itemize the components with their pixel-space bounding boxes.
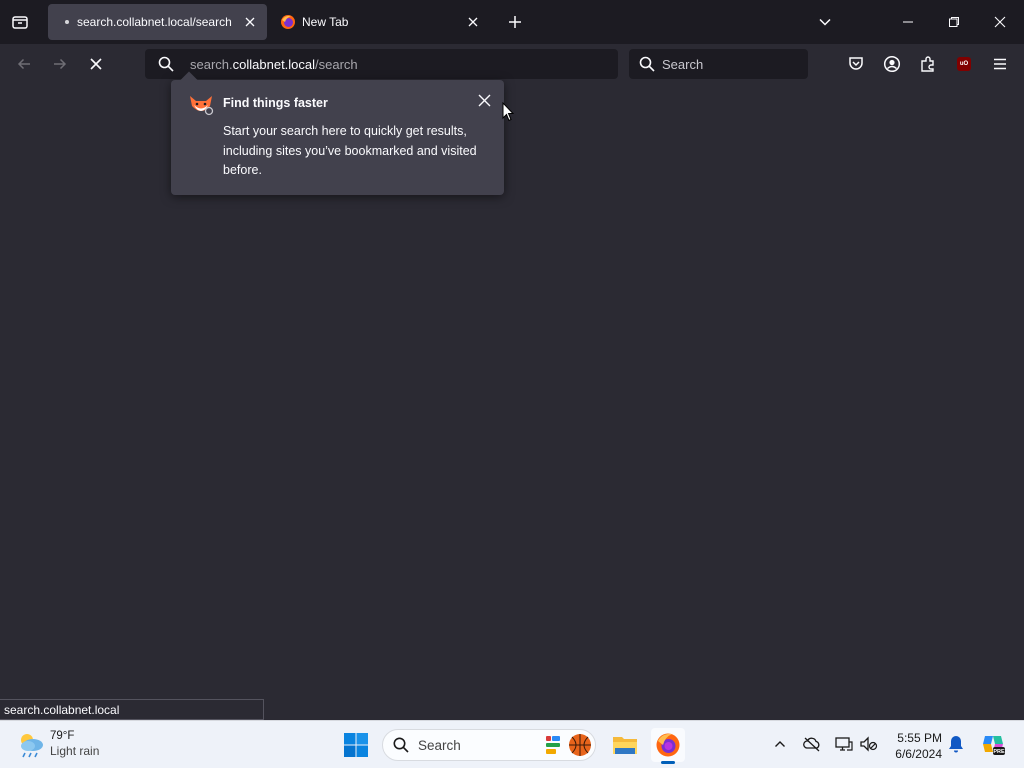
- url-host: collabnet.local: [232, 56, 316, 72]
- tab-strip: search.collabnet.local/search New Tab: [0, 0, 1024, 44]
- clock-date: 6/6/2024: [895, 747, 942, 761]
- file-explorer-taskbar-button[interactable]: [608, 728, 642, 762]
- ublock-icon: uO: [957, 57, 971, 71]
- taskbar-search-box[interactable]: Search: [382, 729, 596, 761]
- onedrive-tray-button[interactable]: [801, 733, 823, 755]
- new-tab-button[interactable]: [503, 10, 527, 34]
- stop-icon: [90, 58, 102, 70]
- restore-button[interactable]: [940, 8, 968, 36]
- speaker-muted-icon: [860, 736, 878, 752]
- stop-button[interactable]: [84, 52, 108, 76]
- fox-mascot-icon: [190, 96, 214, 116]
- url-text: search.collabnet.local/search: [190, 57, 358, 72]
- ublock-button[interactable]: uO: [952, 52, 976, 76]
- weather-temp: 79°F: [50, 730, 75, 742]
- close-icon: [994, 16, 1006, 28]
- list-all-tabs-button[interactable]: [8, 10, 32, 34]
- cloud-offline-icon: [803, 737, 820, 752]
- restore-icon: [949, 17, 959, 27]
- close-window-button[interactable]: [986, 8, 1014, 36]
- arrow-right-icon: [54, 58, 67, 70]
- weather-text: 79°F Light rain: [50, 729, 99, 759]
- search-icon: [393, 737, 409, 753]
- close-icon: [245, 17, 255, 27]
- search-icon: [158, 56, 174, 72]
- app-menu-button[interactable]: [988, 52, 1012, 76]
- search-icon: [639, 56, 655, 72]
- plus-icon: [509, 16, 521, 28]
- account-button[interactable]: [880, 52, 904, 76]
- svg-text:PRE: PRE: [993, 749, 1005, 755]
- pocket-icon: [849, 57, 863, 70]
- popup-body: Start your search here to quickly get re…: [223, 124, 477, 177]
- network-tray-button[interactable]: [833, 733, 855, 755]
- windows-taskbar: 79°F Light rain Search 5:55 PM 6/6/2024 …: [0, 720, 1024, 768]
- loading-dot-icon: [65, 20, 69, 24]
- tab-new-tab[interactable]: New Tab: [272, 4, 490, 40]
- account-icon: [883, 55, 901, 73]
- popup-close-button[interactable]: [474, 90, 494, 110]
- bell-icon: [949, 736, 963, 753]
- clock-time: 5:55 PM: [897, 731, 942, 745]
- search-bar[interactable]: Search: [629, 49, 808, 79]
- tab-close-button[interactable]: [239, 11, 261, 33]
- mouse-cursor-icon: [502, 102, 514, 122]
- active-app-indicator: [661, 761, 675, 764]
- copilot-button[interactable]: PRE: [980, 731, 1006, 757]
- page-content: [0, 84, 1024, 720]
- search-placeholder: Search: [662, 56, 704, 72]
- tab-title: search.collabnet.local/search: [77, 15, 232, 29]
- extensions-button[interactable]: [916, 52, 940, 76]
- firefox-icon: [281, 15, 295, 29]
- pocket-button[interactable]: [844, 52, 868, 76]
- weather-condition: Light rain: [50, 744, 100, 758]
- taskbar-search-label: Search: [418, 737, 461, 753]
- show-hidden-icons-button[interactable]: [769, 733, 791, 755]
- notifications-button[interactable]: [945, 733, 967, 755]
- url-bar[interactable]: search.collabnet.local/search: [145, 49, 618, 79]
- tab-list-icon: [12, 16, 28, 29]
- chevron-up-icon: [775, 741, 785, 747]
- tab-overflow-button[interactable]: [811, 8, 839, 36]
- status-panel: search.collabnet.local: [0, 699, 264, 720]
- taskbar-clock[interactable]: 5:55 PM 6/6/2024: [884, 730, 942, 762]
- volume-tray-button[interactable]: [858, 733, 880, 755]
- forward-button[interactable]: [48, 52, 72, 76]
- find-things-faster-popup: Find things faster Start your search her…: [171, 71, 504, 195]
- hamburger-menu-icon: [994, 58, 1006, 70]
- tab-search-collabnet[interactable]: search.collabnet.local/search: [48, 4, 267, 40]
- tab-title: New Tab: [302, 15, 349, 29]
- url-path: /search: [315, 56, 358, 72]
- display-network-icon: [835, 737, 853, 751]
- back-button[interactable]: [12, 52, 36, 76]
- firefox-icon: [656, 733, 680, 757]
- arrow-left-icon: [17, 58, 30, 70]
- minimize-button[interactable]: [894, 8, 922, 36]
- rain-cloud-icon: [21, 734, 43, 758]
- navigation-toolbar: search.collabnet.local/search Search uO: [0, 44, 1024, 84]
- tab-close-button[interactable]: [462, 11, 484, 33]
- popup-title: Find things faster: [223, 96, 328, 110]
- firefox-taskbar-button[interactable]: [651, 728, 685, 764]
- folder-icon: [613, 737, 637, 754]
- chevron-down-icon: [819, 18, 831, 26]
- windows-start-button[interactable]: [343, 732, 369, 758]
- copilot-icon: PRE: [983, 736, 1005, 755]
- minimize-icon: [903, 21, 913, 23]
- url-prefix: search.: [190, 56, 233, 72]
- weather-widget[interactable]: 79°F Light rain: [16, 729, 99, 759]
- puzzle-icon: [921, 56, 934, 72]
- search-highlight-basketball-icon: [546, 734, 591, 756]
- close-icon: [468, 17, 478, 27]
- close-icon: [478, 94, 490, 106]
